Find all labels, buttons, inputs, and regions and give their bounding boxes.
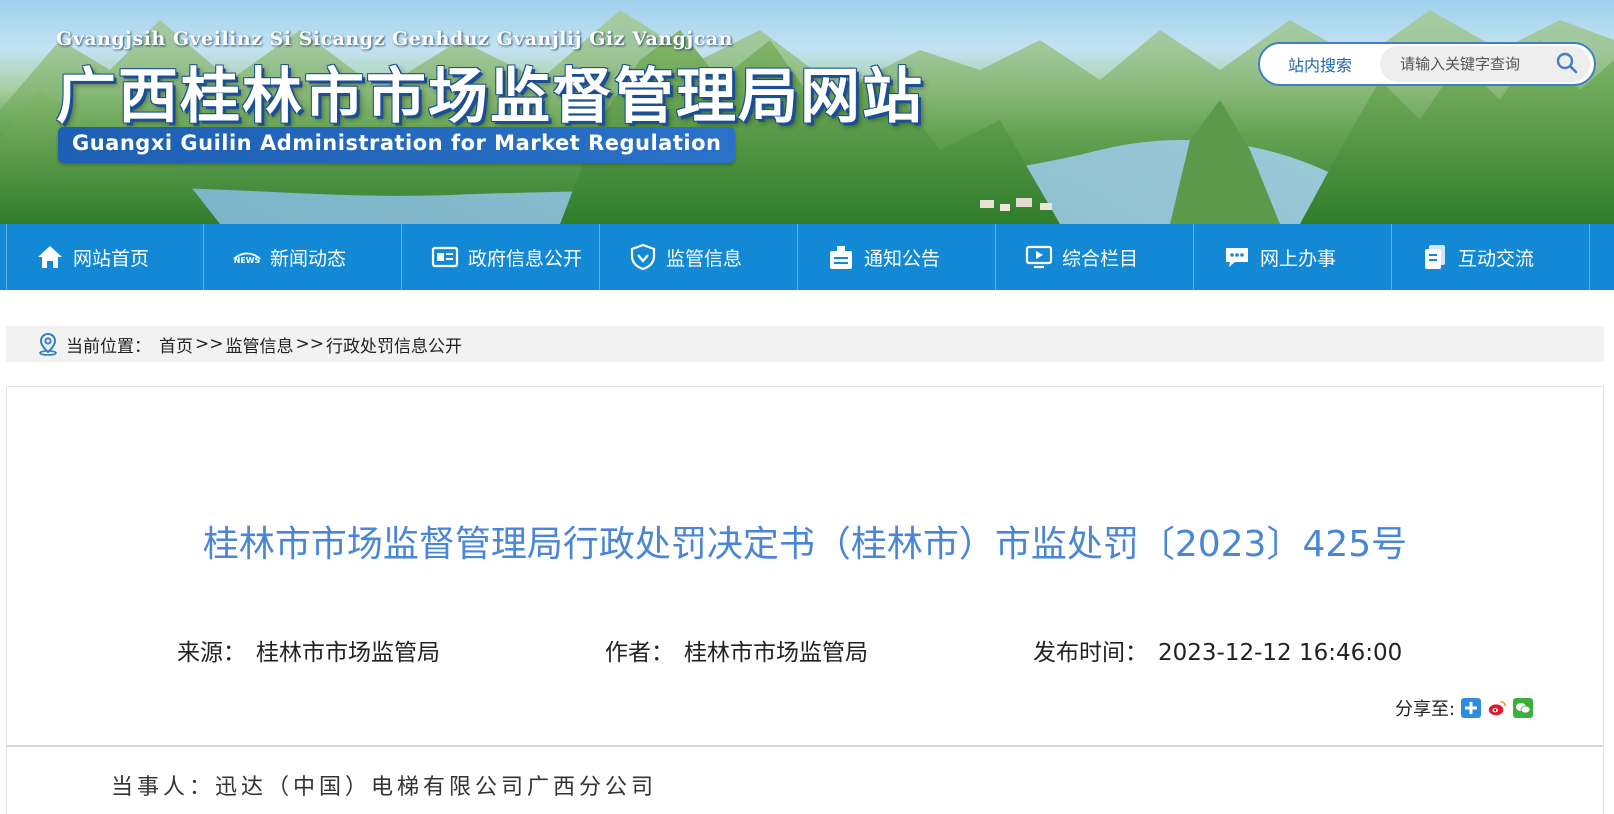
site-search: 站内搜索 <box>1258 42 1596 86</box>
nav-item-news[interactable]: NEWS 新闻动态 <box>204 224 402 290</box>
nav-item-label: 综合栏目 <box>1062 247 1139 270</box>
search-icon <box>1556 52 1578 74</box>
date-value: 2023-12-12 16:46:00 <box>1158 640 1403 666</box>
nav-item-label: 互动交流 <box>1458 247 1535 270</box>
article-panel: 桂林市市场监督管理局行政处罚决定书（桂林市）市监处罚〔2023〕425号 来源：… <box>6 386 1604 814</box>
main-nav: 网站首页 NEWS 新闻动态 政府信息公开 监管信息 通知公告 综合栏目 网上办… <box>0 224 1614 290</box>
breadcrumb: 当前位置： 首页 >> 监管信息 >> 行政处罚信息公开 <box>6 326 1604 362</box>
nav-item-gov-info[interactable]: 政府信息公开 <box>402 224 600 290</box>
article-date: 发布时间： 2023-12-12 16:46:00 <box>1033 633 1402 667</box>
breadcrumb-prefix: 当前位置： <box>66 336 151 357</box>
article-source: 来源： 桂林市市场监管局 <box>177 633 440 667</box>
site-banner: Gvangjsih Gveilinz Si Sicangz Genhduz Gv… <box>0 0 1614 224</box>
article-author: 作者： 桂林市市场监管局 <box>605 633 868 667</box>
nav-item-home[interactable]: 网站首页 <box>6 224 204 290</box>
weibo-icon[interactable] <box>1487 698 1507 718</box>
notice-icon <box>826 242 856 272</box>
article-body-first-line: 当事人：迅达（中国）电梯有限公司广西分公司 <box>111 775 658 800</box>
breadcrumb-current-link[interactable]: 行政处罚信息公开 <box>326 332 462 357</box>
search-button[interactable] <box>1556 52 1582 78</box>
nav-item-interaction[interactable]: 互动交流 <box>1392 224 1590 290</box>
nav-item-label: 政府信息公开 <box>468 247 583 270</box>
site-title: 广西桂林市市场监督管理局网站 <box>56 62 924 132</box>
share-label: 分享至: <box>1395 699 1456 720</box>
nav-item-label: 监管信息 <box>666 247 743 270</box>
chat-icon <box>1222 242 1252 272</box>
qzone-icon[interactable] <box>1461 698 1482 718</box>
breadcrumb-regulation-link[interactable]: 监管信息 <box>226 332 294 357</box>
site-english-name: Guangxi Guilin Administration for Market… <box>58 127 736 163</box>
breadcrumb-separator: >> <box>195 334 224 354</box>
source-value: 桂林市市场监管局 <box>256 640 440 666</box>
document-icon <box>1420 242 1450 272</box>
news-icon: NEWS <box>232 242 262 272</box>
nav-item-label: 网站首页 <box>73 247 150 270</box>
monitor-icon <box>1024 242 1054 272</box>
date-label: 发布时间： <box>1033 640 1148 666</box>
breadcrumb-home-link[interactable]: 首页 <box>159 332 193 357</box>
nav-item-online-service[interactable]: 网上办事 <box>1194 224 1392 290</box>
nav-item-notice[interactable]: 通知公告 <box>798 224 996 290</box>
wechat-icon[interactable] <box>1513 698 1534 718</box>
nav-item-label: 网上办事 <box>1260 247 1337 270</box>
nav-item-label: 通知公告 <box>864 247 941 270</box>
author-value: 桂林市市场监管局 <box>684 640 868 666</box>
share-bar: 分享至: <box>1395 695 1534 721</box>
shield-icon <box>628 242 658 272</box>
search-field-wrapper <box>1380 46 1590 82</box>
nav-item-general[interactable]: 综合栏目 <box>996 224 1194 290</box>
author-label: 作者： <box>605 640 674 666</box>
site-pinyin-name: Gvangjsih Gveilinz Si Sicangz Genhduz Gv… <box>56 28 733 50</box>
breadcrumb-separator: >> <box>295 334 325 354</box>
article-divider <box>7 745 1603 747</box>
gov-info-icon <box>430 242 460 272</box>
home-icon <box>35 242 65 272</box>
nav-item-label: 新闻动态 <box>270 247 347 270</box>
article-title: 桂林市市场监督管理局行政处罚决定书（桂林市）市监处罚〔2023〕425号 <box>202 524 1408 565</box>
source-label: 来源： <box>177 640 246 666</box>
search-label: 站内搜索 <box>1287 56 1352 75</box>
svg-text:NEWS: NEWS <box>234 256 261 265</box>
location-icon <box>39 332 57 356</box>
nav-item-regulation[interactable]: 监管信息 <box>600 224 798 290</box>
